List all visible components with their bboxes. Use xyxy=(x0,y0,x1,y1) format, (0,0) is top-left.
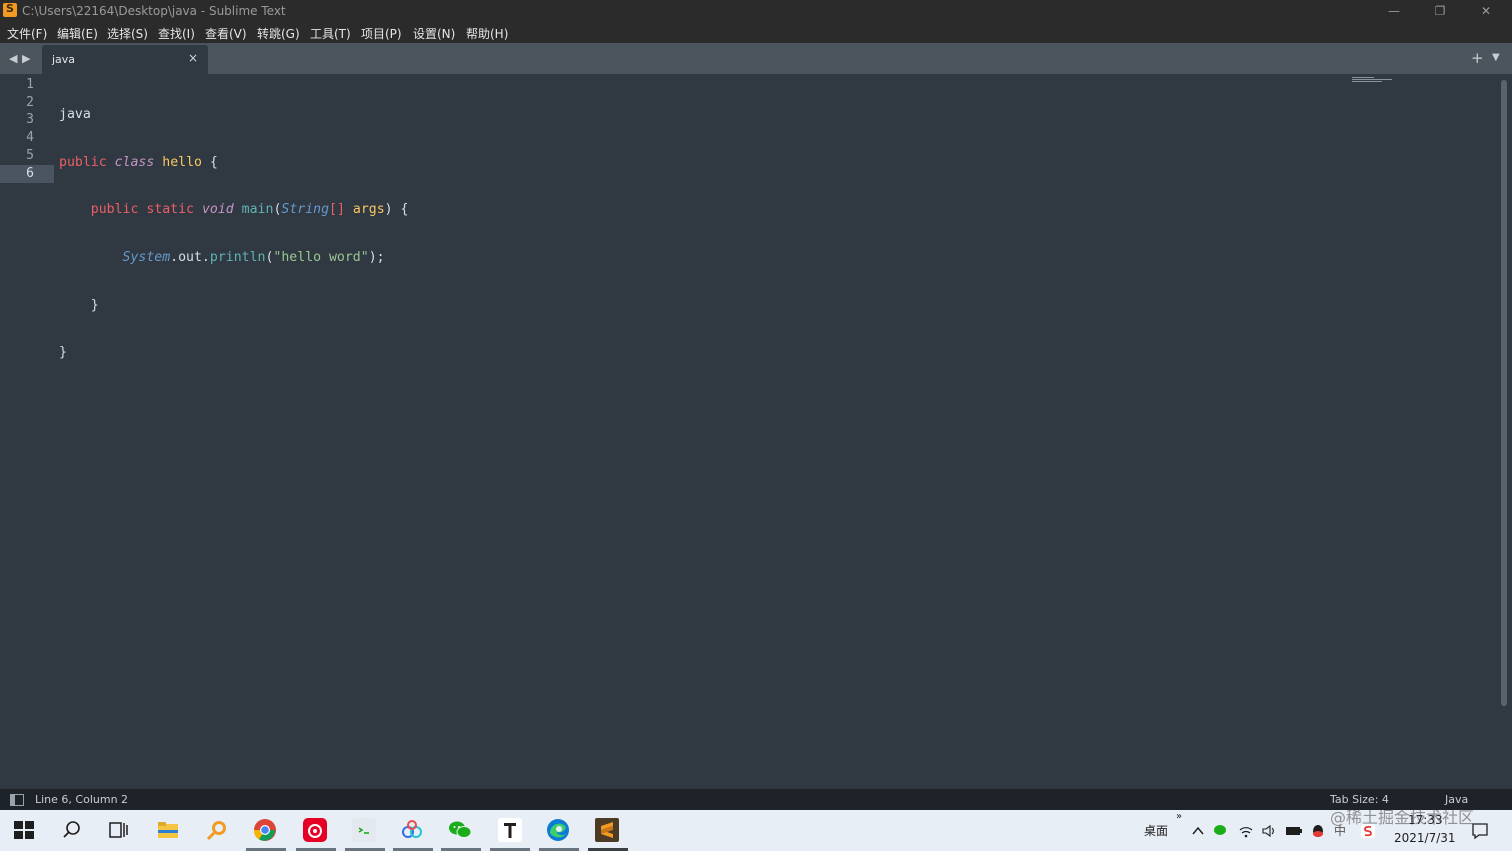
menu-selection[interactable]: 选择(S) xyxy=(107,25,148,42)
everything-search-icon[interactable] xyxy=(205,818,229,842)
wechat-tray-icon[interactable] xyxy=(1213,823,1229,839)
line-number: 2 xyxy=(26,94,34,110)
windows-start-icon[interactable] xyxy=(12,818,36,842)
prev-tab-icon[interactable]: ◀ xyxy=(9,52,17,65)
show-hidden-icons-chevron-icon[interactable] xyxy=(1190,823,1206,839)
next-tab-icon[interactable]: ▶ xyxy=(22,52,30,65)
sublime-text-icon[interactable] xyxy=(595,818,619,842)
toggle-panel-icon[interactable] xyxy=(10,794,24,806)
new-tab-icon[interactable]: + xyxy=(1471,49,1484,67)
tab-label: java xyxy=(52,53,76,66)
toolbar-overflow-icon[interactable]: » xyxy=(1176,811,1182,822)
watermark-text: @稀土掘金技术社区 xyxy=(1330,808,1475,827)
code-editor[interactable]: java public class hello { public static … xyxy=(59,76,408,377)
cursor-position: Line 6, Column 2 xyxy=(35,793,129,806)
line-number: 1 xyxy=(26,77,34,92)
clock-date[interactable]: 2021/7/31 xyxy=(1394,831,1456,845)
line-number: 4 xyxy=(26,130,34,146)
volume-icon[interactable] xyxy=(1261,823,1277,839)
qq-tray-icon[interactable] xyxy=(1310,823,1326,839)
chrome-icon[interactable] xyxy=(253,818,277,842)
code-line-3: public static void main(String[] args) { xyxy=(90,202,409,218)
baidu-netdisk-icon[interactable] xyxy=(400,818,424,842)
code-line-2: public class hello { xyxy=(59,154,218,170)
task-view-icon[interactable] xyxy=(107,818,131,842)
title-bar: S C:\Users\22164\Desktop\java - Sublime … xyxy=(0,0,1512,22)
close-window-button[interactable]: ✕ xyxy=(1463,0,1509,22)
line-number: 3 xyxy=(26,112,34,128)
code-line-1: java xyxy=(59,107,91,122)
menu-view[interactable]: 查看(V) xyxy=(205,25,247,42)
line-number: 5 xyxy=(26,147,34,163)
wechat-dev-tool-icon[interactable] xyxy=(352,818,376,842)
desktop-toolbar-label[interactable]: 桌面 xyxy=(1144,822,1168,839)
edge-icon[interactable] xyxy=(546,818,570,842)
search-icon[interactable] xyxy=(60,818,84,842)
menu-project[interactable]: 项目(P) xyxy=(361,25,402,42)
battery-icon[interactable] xyxy=(1285,824,1303,838)
restore-button[interactable]: ❐ xyxy=(1417,0,1463,22)
menu-preferences[interactable]: 设置(N) xyxy=(413,25,455,42)
status-bar: Line 6, Column 2 Tab Size: 4 Java xyxy=(0,789,1512,810)
window-title: C:\Users\22164\Desktop\java - Sublime Te… xyxy=(22,4,286,18)
code-line-5: } xyxy=(90,297,99,313)
menu-file[interactable]: 文件(F) xyxy=(7,25,47,42)
tab-java[interactable]: java × xyxy=(42,45,208,74)
menu-help[interactable]: 帮助(H) xyxy=(466,25,508,42)
vertical-scrollbar[interactable] xyxy=(1501,80,1507,706)
file-explorer-icon[interactable] xyxy=(156,818,180,842)
tab-strip: ◀ ▶ java × + ▼ xyxy=(0,43,1512,74)
typora-icon[interactable] xyxy=(498,818,522,842)
menu-find[interactable]: 查找(I) xyxy=(158,25,195,42)
wifi-icon[interactable] xyxy=(1238,823,1254,839)
minimize-button[interactable]: — xyxy=(1371,0,1417,22)
line-number-active: 6 xyxy=(0,164,54,183)
windows-taskbar: 桌面 » 中 17:33 2021/7/31 @稀土掘金技术社区 xyxy=(0,808,1512,851)
netease-music-icon[interactable] xyxy=(303,818,327,842)
wechat-icon[interactable] xyxy=(448,818,472,842)
menu-tools[interactable]: 工具(T) xyxy=(310,25,351,42)
close-tab-icon[interactable]: × xyxy=(188,51,198,65)
code-line-6: } xyxy=(59,345,67,361)
code-line-4: System.out.println("hello word"); xyxy=(122,250,385,266)
minimap[interactable] xyxy=(1352,77,1392,82)
menu-bar: 文件(F) 编辑(E) 选择(S) 查找(I) 查看(V) 转跳(G) 工具(T… xyxy=(0,22,1512,43)
menu-edit[interactable]: 编辑(E) xyxy=(57,25,98,42)
menu-goto[interactable]: 转跳(G) xyxy=(257,25,300,42)
sublime-logo-icon: S xyxy=(3,2,17,17)
tab-list-dropdown-icon[interactable]: ▼ xyxy=(1492,52,1500,63)
